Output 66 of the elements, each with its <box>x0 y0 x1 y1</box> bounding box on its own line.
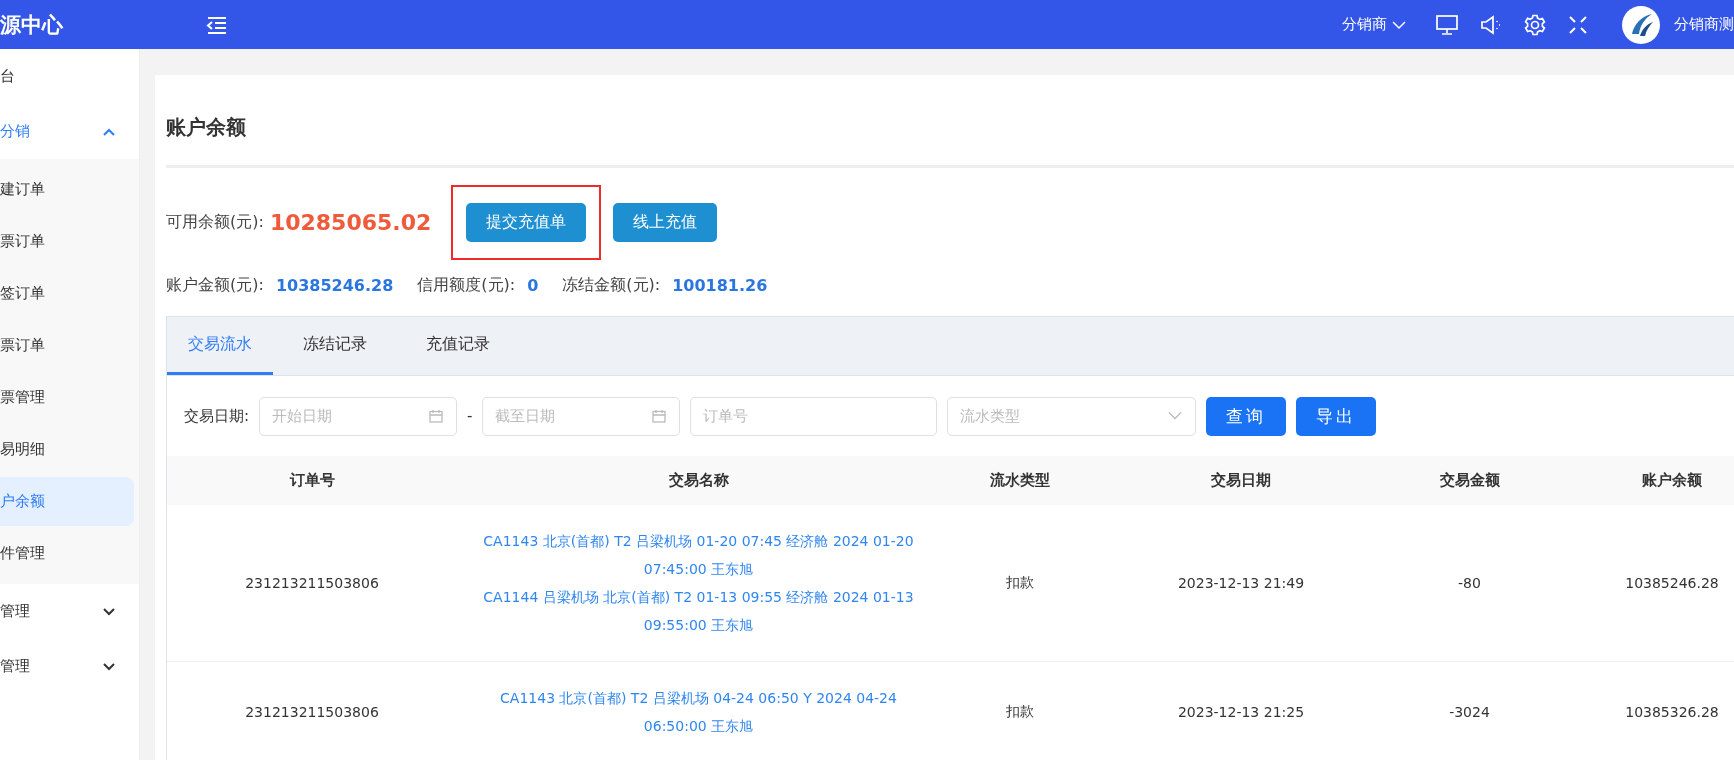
sidebar-subitem[interactable]: 票订单 <box>0 321 134 370</box>
table-cell: -3024 <box>1449 704 1490 720</box>
tab[interactable]: 交易流水 <box>167 317 273 375</box>
avatar-logo-icon[interactable] <box>1622 5 1660 44</box>
table-cell: 2023-12-13 21:25 <box>1177 704 1305 720</box>
transaction-link[interactable]: CA1143 北京(首都) T2 吕梁机场 01-20 07:45 经济舱 2024 01-20 07:45:00 王东旭 <box>483 527 914 583</box>
column-header: 账户余额 <box>1641 471 1703 490</box>
sidebar-item[interactable]: 分销 <box>0 104 139 159</box>
sidebar-subitem[interactable]: 签订单 <box>0 269 134 318</box>
export-button[interactable]: 导出 <box>1296 396 1377 436</box>
transaction-link[interactable]: CA1144 吕梁机场 北京(首都) T2 01-13 09:55 经济舱 2024 01-13 09:55:00 王东旭 <box>483 583 914 639</box>
table-cell: 扣款 <box>1006 703 1034 721</box>
sidebar-subitem[interactable]: 建订单 <box>0 165 134 214</box>
column-header: 交易日期 <box>1210 471 1272 490</box>
date-separator: - <box>467 407 473 425</box>
chevron-down-icon <box>1392 19 1406 30</box>
sidebar-subitem[interactable]: 票订单 <box>0 217 134 266</box>
sidebar-subitem[interactable]: 件管理 <box>0 529 134 578</box>
table-cell: 231213211503806 <box>245 704 379 720</box>
table-cell: 10385246.28 <box>1625 575 1719 591</box>
menu-fold-icon[interactable] <box>206 14 228 35</box>
sidebar-item[interactable]: 管理 <box>0 639 139 694</box>
stat-label: 冻结金额(元): <box>562 274 661 296</box>
end-date-field[interactable]: 截至日期 <box>482 396 681 436</box>
fullscreen-icon[interactable] <box>1568 14 1588 35</box>
stat-value: 100181.26 <box>672 275 768 295</box>
speaker-icon[interactable] <box>1480 14 1502 35</box>
flow-type-select[interactable]: 流水类型 <box>947 396 1197 436</box>
stat-value: 10385246.28 <box>275 275 394 295</box>
calendar-icon <box>429 409 444 423</box>
distributor-dropdown[interactable]: 分销商 <box>1342 15 1406 34</box>
tab[interactable]: 充值记录 <box>396 317 519 375</box>
column-header: 交易金额 <box>1438 471 1501 490</box>
table-cell: 231213211503806 <box>245 575 379 591</box>
filter-label: 交易日期: <box>184 406 250 426</box>
sidebar-item[interactable]: 台 <box>0 49 139 104</box>
sidebar-subitem[interactable]: 票管理 <box>0 373 134 422</box>
app-title: 源中心 <box>0 11 63 39</box>
chevron-down-icon <box>1168 411 1183 421</box>
table-cell: 10385326.28 <box>1625 704 1719 720</box>
recharge-button[interactable]: 提交充值单 <box>466 202 587 242</box>
sidebar-subitem[interactable]: 户余额 <box>0 477 134 526</box>
column-header: 订单号 <box>288 471 336 490</box>
tab[interactable]: 冻结记录 <box>273 317 396 375</box>
column-header: 交易名称 <box>667 471 730 490</box>
table-cell: -80 <box>1458 575 1481 591</box>
recharge-button[interactable]: 线上充值 <box>613 202 718 242</box>
stat-label: 账户金额(元): <box>166 274 264 296</box>
page-title: 账户余额 <box>166 114 247 141</box>
order-number-field[interactable]: 订单号 <box>690 396 938 436</box>
start-date-field[interactable]: 开始日期 <box>259 396 458 436</box>
transaction-link[interactable]: CA1143 北京(首都) T2 吕梁机场 04-24 06:50 Y 2024 04-24 06:50:00 王东旭 <box>483 684 914 740</box>
table-cell: 2023-12-13 21:49 <box>1177 575 1305 591</box>
calendar-icon <box>652 409 667 423</box>
column-header: 流水类型 <box>989 471 1051 490</box>
query-button[interactable]: 查询 <box>1206 396 1287 436</box>
sidebar-item[interactable]: 管理 <box>0 584 139 639</box>
stat-label: 信用额度(元): <box>417 274 516 296</box>
monitor-icon[interactable] <box>1436 14 1458 35</box>
user-name[interactable]: 分销商测 <box>1674 15 1734 34</box>
available-balance-label: 可用余额(元): <box>166 211 264 233</box>
settings-icon[interactable] <box>1524 13 1546 36</box>
available-balance-value: 10285065.02 <box>269 209 432 235</box>
stat-value: 0 <box>527 275 539 295</box>
sidebar-subitem[interactable]: 易明细 <box>0 425 134 474</box>
table-cell: 扣款 <box>1006 574 1034 592</box>
